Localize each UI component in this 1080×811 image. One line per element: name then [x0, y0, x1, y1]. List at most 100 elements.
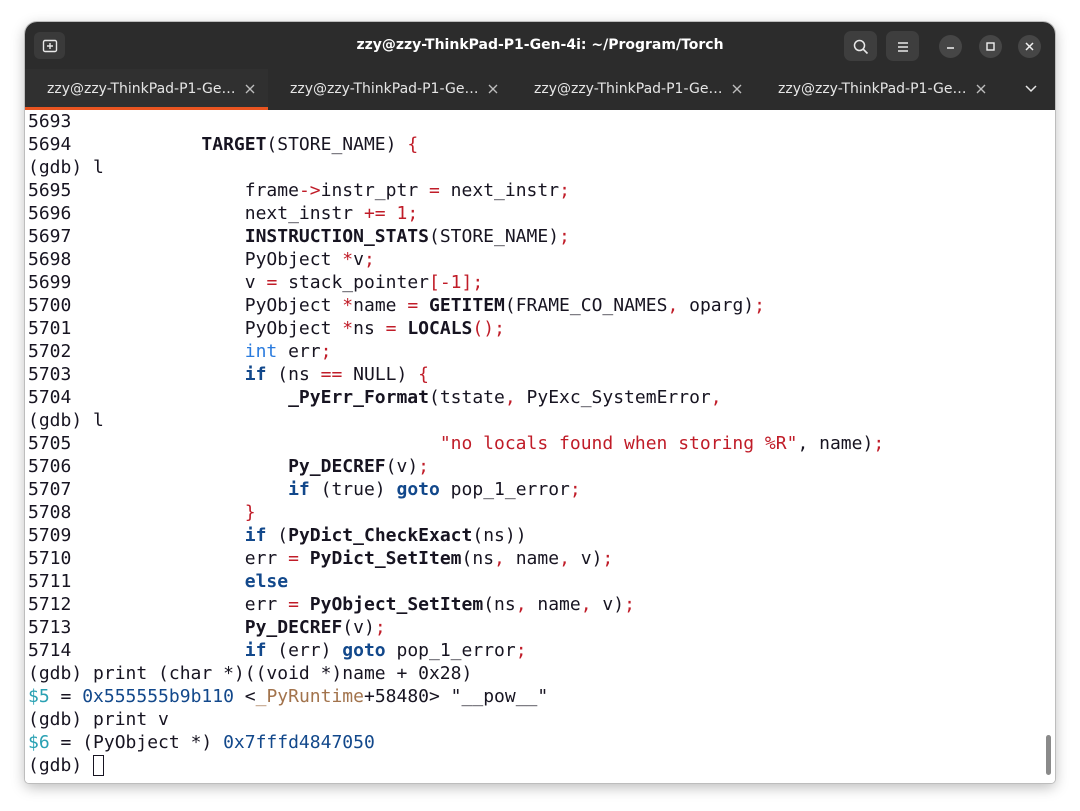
terminal-text: PyDict_CheckExact	[288, 525, 473, 546]
terminal-line: 5694 TARGET(STORE_NAME) {	[28, 133, 884, 156]
terminal-text: GETITEM	[429, 295, 505, 316]
chevron-down-icon[interactable]	[1025, 84, 1037, 94]
terminal-text: (err)	[266, 640, 343, 661]
terminal-text: v	[244, 272, 267, 293]
terminal-text: 5699	[28, 272, 245, 293]
terminal-text: *	[342, 295, 354, 316]
terminal-text: 5694	[28, 134, 202, 155]
tab-2[interactable]: zzy@zzy-ThinkPad-P1-Ge…	[268, 69, 511, 110]
maximize-button[interactable]	[979, 35, 1002, 58]
terminal-text: 5707	[28, 479, 289, 500]
scrollbar[interactable]	[1046, 735, 1051, 775]
title-bar[interactable]: zzy@zzy-ThinkPad-P1-Gen-4i: ~/Program/To…	[25, 22, 1055, 69]
terminal-text: PyObject_SetItem	[309, 594, 484, 615]
terminal-lines: 5693 5694 TARGET(STORE_NAME) {(gdb) l 5695…	[28, 110, 884, 777]
terminal-text: (STORE_NAME)	[266, 134, 408, 155]
terminal-text: =	[288, 594, 299, 615]
terminal-text: <	[233, 686, 256, 707]
terminal-text: ,	[515, 594, 527, 615]
tab-label: zzy@zzy-ThinkPad-P1-Ge…	[290, 81, 479, 97]
terminal-text: =	[407, 295, 419, 316]
terminal-text: PyObject	[244, 295, 343, 316]
terminal-text: =	[288, 548, 299, 569]
terminal-line: (gdb) print v	[28, 708, 884, 731]
terminal-text: 5698	[28, 249, 245, 270]
terminal-text: INSTRUCTION_STATS	[244, 226, 429, 247]
terminal-output[interactable]: 5693 5694 TARGET(STORE_NAME) {(gdb) l 5695…	[25, 110, 1055, 783]
menu-button[interactable]	[886, 31, 919, 61]
terminal-text: = (PyObject *)	[49, 732, 224, 753]
terminal-text: 0x7fffd4847050	[223, 732, 375, 753]
terminal-text: (gdb) l	[28, 410, 104, 431]
terminal-text: (gdb) l	[28, 157, 104, 178]
terminal-text: 5705	[28, 433, 440, 454]
terminal-text: instr_ptr	[320, 180, 429, 201]
terminal-text: next_instr	[244, 203, 364, 224]
terminal-text: PyObject	[244, 318, 343, 339]
terminal-text: goto	[342, 640, 386, 661]
close-icon[interactable]	[975, 83, 987, 95]
close-icon[interactable]	[487, 83, 499, 95]
terminal-text: TARGET	[201, 134, 267, 155]
terminal-text: (v)	[342, 617, 375, 638]
terminal-text: (ns))	[472, 525, 527, 546]
terminal-text: =	[385, 318, 397, 339]
tab-label: zzy@zzy-ThinkPad-P1-Ge…	[778, 81, 967, 97]
terminal-text: _PyErr_Format	[288, 387, 429, 408]
terminal-text: 5704	[28, 387, 289, 408]
terminal-line: (gdb)	[28, 754, 884, 777]
terminal-line: 5714 if (err) goto pop_1_error;	[28, 639, 884, 662]
terminal-text: 5713	[28, 617, 245, 638]
close-icon[interactable]	[244, 83, 256, 95]
terminal-text: ()	[472, 318, 495, 339]
terminal-line: 5697 INSTRUCTION_STATS(STORE_NAME);	[28, 225, 884, 248]
terminal-text: ,	[797, 433, 809, 454]
terminal-text: ,	[580, 594, 592, 615]
terminal-text: 5710	[28, 548, 245, 569]
terminal-text: v)	[591, 594, 625, 615]
terminal-text: =	[49, 686, 83, 707]
terminal-text: name)	[808, 433, 874, 454]
close-icon[interactable]	[731, 83, 743, 95]
terminal-line: $6 = (PyObject *) 0x7fffd4847050	[28, 731, 884, 754]
terminal-text: next_instr	[439, 180, 560, 201]
terminal-text: (	[266, 525, 289, 546]
terminal-text: 5696	[28, 203, 245, 224]
terminal-text: (gdb) print (char *)((void *)name + 0x28…	[28, 663, 473, 684]
tab-1[interactable]: zzy@zzy-ThinkPad-P1-Ge…	[25, 69, 268, 110]
terminal-text: 5695	[28, 180, 245, 201]
terminal-text: {	[407, 134, 419, 155]
tab-bar: zzy@zzy-ThinkPad-P1-Ge… zzy@zzy-ThinkPad…	[25, 69, 1055, 110]
terminal-text: Py_DECREF	[244, 617, 343, 638]
terminal-text: _PyRuntime	[255, 686, 364, 707]
terminal-text: *	[342, 318, 354, 339]
terminal-line: 5699 v = stack_pointer[-1];	[28, 271, 884, 294]
minimize-icon	[947, 47, 954, 49]
terminal-line: 5700 PyObject *name = GETITEM(FRAME_CO_N…	[28, 294, 884, 317]
tab-4[interactable]: zzy@zzy-ThinkPad-P1-Ge…	[756, 69, 999, 110]
search-button[interactable]	[844, 31, 877, 61]
minimize-button[interactable]	[939, 35, 962, 58]
terminal-line: 5695 frame->instr_ptr = next_instr;	[28, 179, 884, 202]
terminal-line: 5708 }	[28, 501, 884, 524]
tab-label: zzy@zzy-ThinkPad-P1-Ge…	[534, 81, 723, 97]
terminal-window: zzy@zzy-ThinkPad-P1-Gen-4i: ~/Program/To…	[25, 22, 1055, 783]
terminal-line: 5696 next_instr += 1;	[28, 202, 884, 225]
terminal-text: v)	[569, 548, 603, 569]
tab-3[interactable]: zzy@zzy-ThinkPad-P1-Ge…	[512, 69, 755, 110]
terminal-text: ;	[515, 640, 527, 661]
terminal-text: ;	[559, 226, 570, 247]
terminal-text: name	[526, 594, 581, 615]
terminal-text: (FRAME_CO_NAMES	[504, 295, 668, 316]
terminal-text: ;	[374, 617, 386, 638]
terminal-text: pop_1_error	[385, 640, 516, 661]
terminal-text: ;	[494, 318, 505, 339]
terminal-text: 5711	[28, 571, 245, 592]
terminal-text: if	[244, 525, 267, 546]
terminal-text: 5702	[28, 341, 245, 362]
terminal-text: ,	[494, 548, 505, 569]
terminal-text: oparg)	[678, 295, 755, 316]
terminal-line: 5698 PyObject *v;	[28, 248, 884, 271]
terminal-line: 5707 if (true) goto pop_1_error;	[28, 478, 884, 501]
close-window-button[interactable]	[1018, 35, 1041, 58]
